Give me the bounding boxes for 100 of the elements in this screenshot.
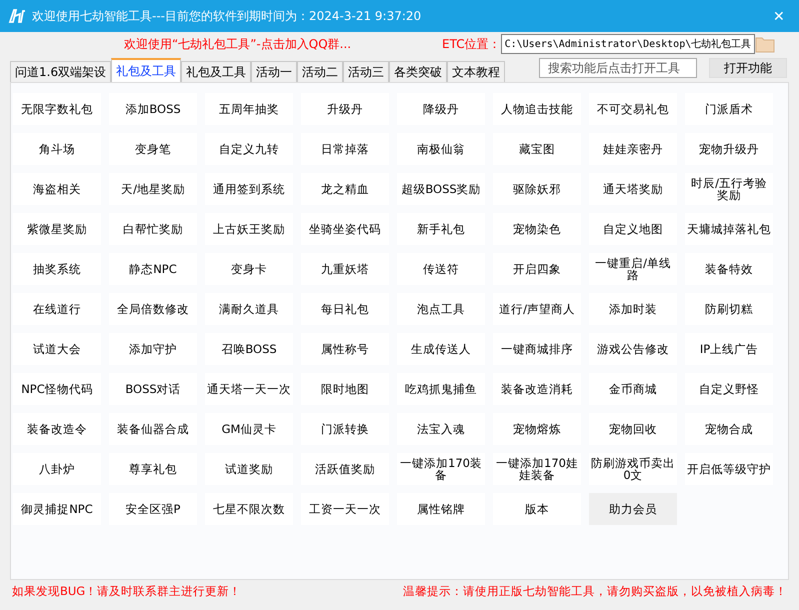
tool-button[interactable]: 宠物合成 — [685, 413, 773, 445]
tool-button[interactable]: 工资一天一次 — [301, 493, 389, 525]
tool-button[interactable]: 满耐久道具 — [205, 293, 293, 325]
tool-button[interactable]: 龙之精血 — [301, 173, 389, 205]
tab[interactable]: 文本教程 — [447, 61, 506, 82]
tool-button[interactable]: 变身笔 — [109, 133, 197, 165]
tool-button[interactable]: 升级丹 — [301, 93, 389, 125]
tool-button[interactable]: 限时地图 — [301, 373, 389, 405]
tool-button[interactable]: 属性称号 — [301, 333, 389, 365]
tool-button[interactable]: 角斗场 — [13, 133, 101, 165]
tool-button[interactable]: 九重妖塔 — [301, 253, 389, 285]
tool-button[interactable]: 海盗相关 — [13, 173, 101, 205]
tool-button[interactable]: 新手礼包 — [397, 213, 485, 245]
tool-button[interactable]: 自定义野怪 — [685, 373, 773, 405]
tool-button[interactable]: 每日礼包 — [301, 293, 389, 325]
tool-button[interactable]: 法宝入魂 — [397, 413, 485, 445]
tool-button[interactable]: 一键添加170娃娃装备 — [493, 453, 581, 485]
tab[interactable]: 问道1.6双端架设 — [10, 61, 112, 82]
tool-button[interactable]: 不可交易礼包 — [589, 93, 677, 125]
tool-button[interactable]: 门派盾术 — [685, 93, 773, 125]
tab[interactable]: 活动一 — [251, 61, 298, 82]
tool-button[interactable]: 无限字数礼包 — [13, 93, 101, 125]
tool-button[interactable]: 装备特效 — [685, 253, 773, 285]
qq-group-link[interactable]: 欢迎使用“七劫礼包工具”-点击加入QQ群... — [124, 36, 440, 52]
tab[interactable]: 活动二 — [297, 61, 344, 82]
tool-button[interactable]: 御灵捕捉NPC — [13, 493, 101, 525]
tool-button[interactable]: 泡点工具 — [397, 293, 485, 325]
open-button[interactable]: 打开功能 — [709, 58, 787, 78]
tool-button[interactable]: 属性铭牌 — [397, 493, 485, 525]
tool-button[interactable]: 宠物回收 — [589, 413, 677, 445]
tool-button[interactable]: 坐骑坐姿代码 — [301, 213, 389, 245]
tool-button[interactable]: 上古妖王奖励 — [205, 213, 293, 245]
tool-button[interactable]: 添加守护 — [109, 333, 197, 365]
tool-button[interactable]: 一键商城排序 — [493, 333, 581, 365]
tool-button[interactable]: 通用签到系统 — [205, 173, 293, 205]
tool-button[interactable]: 装备仙器合成 — [109, 413, 197, 445]
tool-button[interactable]: 试道大会 — [13, 333, 101, 365]
tool-button[interactable]: 在线道行 — [13, 293, 101, 325]
tool-button[interactable]: 游戏公告修改 — [589, 333, 677, 365]
tool-button[interactable]: 防刷切糕 — [685, 293, 773, 325]
tool-button[interactable]: 开启低等级守护 — [685, 453, 773, 485]
tool-button[interactable]: 全局倍数修改 — [109, 293, 197, 325]
tool-button[interactable]: 金币商城 — [589, 373, 677, 405]
tool-button[interactable]: NPC怪物代码 — [13, 373, 101, 405]
tool-button[interactable]: 防刷游戏币卖出0文 — [589, 453, 677, 485]
tool-button[interactable]: 藏宝图 — [493, 133, 581, 165]
tool-button[interactable]: 添加BOSS — [109, 93, 197, 125]
tool-button[interactable]: 宠物升级丹 — [685, 133, 773, 165]
tool-button[interactable]: 人物追击技能 — [493, 93, 581, 125]
tool-button[interactable]: 召唤BOSS — [205, 333, 293, 365]
tool-button[interactable]: 驱除妖邪 — [493, 173, 581, 205]
tool-button[interactable]: 紫微星奖励 — [13, 213, 101, 245]
tool-button[interactable]: 娃娃亲密丹 — [589, 133, 677, 165]
path-field[interactable]: C:\Users\Administrator\Desktop\七劫礼包工具 — [500, 34, 756, 54]
tool-button[interactable]: 自定义地图 — [589, 213, 677, 245]
tool-button[interactable]: 开启四象 — [493, 253, 581, 285]
tool-button[interactable]: 门派转换 — [301, 413, 389, 445]
tool-button[interactable]: 道行/声望商人 — [493, 293, 581, 325]
tool-button[interactable]: BOSS对话 — [109, 373, 197, 405]
tool-button[interactable]: 活跃值奖励 — [301, 453, 389, 485]
tool-button[interactable]: 宠物熔炼 — [493, 413, 581, 445]
tool-button[interactable]: 装备改造消耗 — [493, 373, 581, 405]
tool-button[interactable]: 抽奖系统 — [13, 253, 101, 285]
tool-button[interactable]: 变身卡 — [205, 253, 293, 285]
tool-button[interactable]: 八卦炉 — [13, 453, 101, 485]
tool-button[interactable]: 尊享礼包 — [109, 453, 197, 485]
tool-button[interactable]: 天/地星奖励 — [109, 173, 197, 205]
tool-button[interactable]: 助力会员 — [589, 493, 677, 525]
tool-button[interactable]: 日常掉落 — [301, 133, 389, 165]
tab[interactable]: 各类突破 — [389, 61, 448, 82]
tool-button[interactable]: 版本 — [493, 493, 581, 525]
tool-button[interactable]: 超级BOSS奖励 — [397, 173, 485, 205]
tool-button[interactable]: 一键重启/单线路 — [589, 253, 677, 285]
tool-button[interactable]: 五周年抽奖 — [205, 93, 293, 125]
tool-button[interactable]: 白帮忙奖励 — [109, 213, 197, 245]
tool-button[interactable]: 自定义九转 — [205, 133, 293, 165]
tool-button[interactable]: 生成传送人 — [397, 333, 485, 365]
tool-button[interactable]: 通天塔一天一次 — [205, 373, 293, 405]
tool-button[interactable]: 天墉城掉落礼包 — [685, 213, 773, 245]
tool-button[interactable]: 通天塔奖励 — [589, 173, 677, 205]
tool-button[interactable]: 一键添加170装备 — [397, 453, 485, 485]
tool-button[interactable]: 七星不限次数 — [205, 493, 293, 525]
tool-button[interactable]: 添加时装 — [589, 293, 677, 325]
tool-button[interactable]: 南极仙翁 — [397, 133, 485, 165]
tab[interactable]: 礼包及工具 — [181, 61, 252, 82]
tool-button[interactable]: 宠物染色 — [493, 213, 581, 245]
tool-button[interactable]: 时辰/五行考验奖励 — [685, 173, 773, 205]
tab[interactable]: 礼包及工具 — [111, 58, 182, 82]
tab[interactable]: 活动三 — [343, 61, 390, 82]
tool-button[interactable]: 降级丹 — [397, 93, 485, 125]
search-field[interactable]: 搜索功能后点击打开工具 — [539, 58, 697, 78]
tool-button[interactable]: 静态NPC — [109, 253, 197, 285]
tool-button[interactable]: IP上线广告 — [685, 333, 773, 365]
folder-icon[interactable] — [755, 35, 776, 53]
tool-button[interactable]: 吃鸡抓鬼捕鱼 — [397, 373, 485, 405]
tool-button[interactable]: 安全区强P — [109, 493, 197, 525]
tool-button[interactable]: 传送符 — [397, 253, 485, 285]
tool-button[interactable]: GM仙灵卡 — [205, 413, 293, 445]
tool-button[interactable]: 试道奖励 — [205, 453, 293, 485]
tool-button[interactable]: 装备改造令 — [13, 413, 101, 445]
